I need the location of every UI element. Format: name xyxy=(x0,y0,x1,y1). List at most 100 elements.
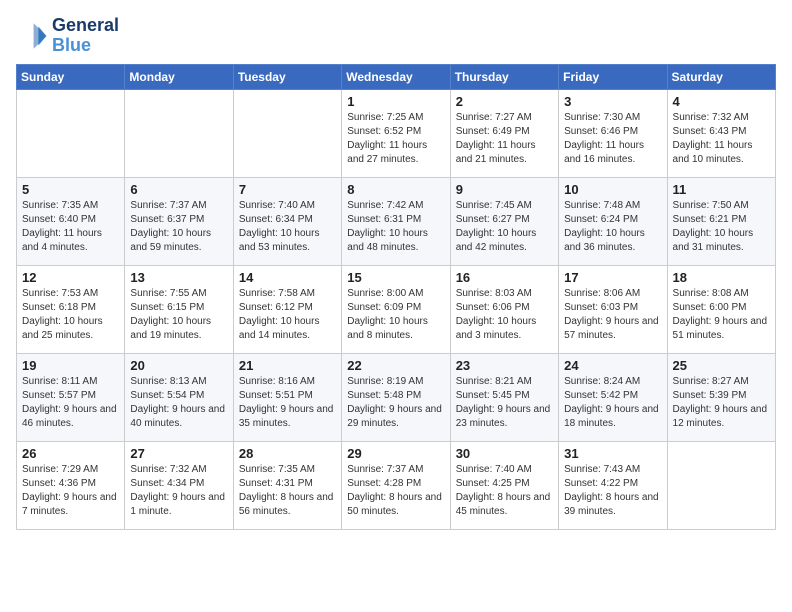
day-info: Sunrise: 8:11 AM Sunset: 5:57 PM Dayligh… xyxy=(22,375,119,431)
calendar-cell: 5 Sunrise: 7:35 AM Sunset: 6:40 PM Daylig… xyxy=(17,177,125,265)
weekday-header-monday: Monday xyxy=(125,64,233,89)
calendar-cell: 8 Sunrise: 7:42 AM Sunset: 6:31 PM Daylig… xyxy=(342,177,450,265)
page-header: General Blue xyxy=(16,16,776,56)
day-number: 5 xyxy=(22,182,119,197)
day-number: 7 xyxy=(239,182,336,197)
weekday-header-thursday: Thursday xyxy=(450,64,558,89)
weekday-header-tuesday: Tuesday xyxy=(233,64,341,89)
calendar-cell: 19 Sunrise: 8:11 AM Sunset: 5:57 PM Dayli… xyxy=(17,353,125,441)
day-info: Sunrise: 7:35 AM Sunset: 4:31 PM Dayligh… xyxy=(239,463,336,519)
calendar-cell: 10 Sunrise: 7:48 AM Sunset: 6:24 PM Dayli… xyxy=(559,177,667,265)
weekday-header-saturday: Saturday xyxy=(667,64,775,89)
day-number: 8 xyxy=(347,182,444,197)
calendar-cell xyxy=(17,89,125,177)
day-number: 11 xyxy=(673,182,770,197)
day-info: Sunrise: 8:21 AM Sunset: 5:45 PM Dayligh… xyxy=(456,375,553,431)
day-info: Sunrise: 7:58 AM Sunset: 6:12 PM Dayligh… xyxy=(239,287,336,343)
calendar-cell: 21 Sunrise: 8:16 AM Sunset: 5:51 PM Dayli… xyxy=(233,353,341,441)
calendar-cell: 26 Sunrise: 7:29 AM Sunset: 4:36 PM Dayli… xyxy=(17,441,125,529)
day-number: 18 xyxy=(673,270,770,285)
day-info: Sunrise: 7:37 AM Sunset: 6:37 PM Dayligh… xyxy=(130,199,227,255)
day-info: Sunrise: 7:40 AM Sunset: 6:34 PM Dayligh… xyxy=(239,199,336,255)
day-info: Sunrise: 8:27 AM Sunset: 5:39 PM Dayligh… xyxy=(673,375,770,431)
day-info: Sunrise: 7:32 AM Sunset: 4:34 PM Dayligh… xyxy=(130,463,227,519)
calendar-table: SundayMondayTuesdayWednesdayThursdayFrid… xyxy=(16,64,776,530)
day-number: 16 xyxy=(456,270,553,285)
day-info: Sunrise: 7:53 AM Sunset: 6:18 PM Dayligh… xyxy=(22,287,119,343)
day-number: 22 xyxy=(347,358,444,373)
day-number: 15 xyxy=(347,270,444,285)
calendar-cell: 2 Sunrise: 7:27 AM Sunset: 6:49 PM Daylig… xyxy=(450,89,558,177)
day-number: 24 xyxy=(564,358,661,373)
calendar-cell: 1Sunrise: 7:25 AM Sunset: 6:52 PM Daylig… xyxy=(342,89,450,177)
day-info: Sunrise: 7:37 AM Sunset: 4:28 PM Dayligh… xyxy=(347,463,444,519)
calendar-cell: 15 Sunrise: 8:00 AM Sunset: 6:09 PM Dayli… xyxy=(342,265,450,353)
calendar-cell: 28 Sunrise: 7:35 AM Sunset: 4:31 PM Dayli… xyxy=(233,441,341,529)
day-info: Sunrise: 7:45 AM Sunset: 6:27 PM Dayligh… xyxy=(456,199,553,255)
logo: General Blue xyxy=(16,16,119,56)
calendar-cell: 30Sunrise: 7:40 AM Sunset: 4:25 PM Dayli… xyxy=(450,441,558,529)
day-info: Sunrise: 7:35 AM Sunset: 6:40 PM Dayligh… xyxy=(22,199,119,255)
day-number: 2 xyxy=(456,94,553,109)
day-info: Sunrise: 8:13 AM Sunset: 5:54 PM Dayligh… xyxy=(130,375,227,431)
day-number: 10 xyxy=(564,182,661,197)
day-number: 6 xyxy=(130,182,227,197)
calendar-cell xyxy=(667,441,775,529)
calendar-cell: 13 Sunrise: 7:55 AM Sunset: 6:15 PM Dayli… xyxy=(125,265,233,353)
calendar-cell: 12 Sunrise: 7:53 AM Sunset: 6:18 PM Dayli… xyxy=(17,265,125,353)
day-number: 21 xyxy=(239,358,336,373)
calendar-cell: 25 Sunrise: 8:27 AM Sunset: 5:39 PM Dayli… xyxy=(667,353,775,441)
calendar-cell: 23Sunrise: 8:21 AM Sunset: 5:45 PM Dayli… xyxy=(450,353,558,441)
day-info: Sunrise: 8:16 AM Sunset: 5:51 PM Dayligh… xyxy=(239,375,336,431)
day-number: 13 xyxy=(130,270,227,285)
calendar-cell: 9 Sunrise: 7:45 AM Sunset: 6:27 PM Daylig… xyxy=(450,177,558,265)
day-number: 9 xyxy=(456,182,553,197)
calendar-cell: 20 Sunrise: 8:13 AM Sunset: 5:54 PM Dayli… xyxy=(125,353,233,441)
day-number: 20 xyxy=(130,358,227,373)
day-number: 26 xyxy=(22,446,119,461)
day-number: 14 xyxy=(239,270,336,285)
day-info: Sunrise: 7:25 AM Sunset: 6:52 PM Dayligh… xyxy=(347,111,444,167)
day-number: 29 xyxy=(347,446,444,461)
day-info: Sunrise: 7:30 AM Sunset: 6:46 PM Dayligh… xyxy=(564,111,661,167)
day-info: Sunrise: 8:08 AM Sunset: 6:00 PM Dayligh… xyxy=(673,287,770,343)
calendar-cell xyxy=(233,89,341,177)
calendar-cell: 4Sunrise: 7:32 AM Sunset: 6:43 PM Daylig… xyxy=(667,89,775,177)
logo-text: General Blue xyxy=(52,16,119,56)
day-info: Sunrise: 7:55 AM Sunset: 6:15 PM Dayligh… xyxy=(130,287,227,343)
weekday-header-friday: Friday xyxy=(559,64,667,89)
calendar-cell: 27 Sunrise: 7:32 AM Sunset: 4:34 PM Dayli… xyxy=(125,441,233,529)
calendar-cell: 22 Sunrise: 8:19 AM Sunset: 5:48 PM Dayli… xyxy=(342,353,450,441)
calendar-cell xyxy=(125,89,233,177)
day-number: 28 xyxy=(239,446,336,461)
day-info: Sunrise: 7:42 AM Sunset: 6:31 PM Dayligh… xyxy=(347,199,444,255)
day-info: Sunrise: 8:03 AM Sunset: 6:06 PM Dayligh… xyxy=(456,287,553,343)
calendar-cell: 31 Sunrise: 7:43 AM Sunset: 4:22 PM Dayli… xyxy=(559,441,667,529)
day-info: Sunrise: 7:50 AM Sunset: 6:21 PM Dayligh… xyxy=(673,199,770,255)
day-info: Sunrise: 7:43 AM Sunset: 4:22 PM Dayligh… xyxy=(564,463,661,519)
calendar-cell: 14 Sunrise: 7:58 AM Sunset: 6:12 PM Dayli… xyxy=(233,265,341,353)
calendar-cell: 11 Sunrise: 7:50 AM Sunset: 6:21 PM Dayli… xyxy=(667,177,775,265)
day-number: 12 xyxy=(22,270,119,285)
day-number: 25 xyxy=(673,358,770,373)
day-number: 27 xyxy=(130,446,227,461)
calendar-cell: 24 Sunrise: 8:24 AM Sunset: 5:42 PM Dayli… xyxy=(559,353,667,441)
weekday-header-wednesday: Wednesday xyxy=(342,64,450,89)
day-info: Sunrise: 8:19 AM Sunset: 5:48 PM Dayligh… xyxy=(347,375,444,431)
day-info: Sunrise: 8:00 AM Sunset: 6:09 PM Dayligh… xyxy=(347,287,444,343)
calendar-cell: 18 Sunrise: 8:08 AM Sunset: 6:00 PM Dayli… xyxy=(667,265,775,353)
logo-icon xyxy=(16,20,48,52)
day-info: Sunrise: 8:06 AM Sunset: 6:03 PM Dayligh… xyxy=(564,287,661,343)
calendar-cell: 17Sunrise: 8:06 AM Sunset: 6:03 PM Dayli… xyxy=(559,265,667,353)
calendar-cell: 16 Sunrise: 8:03 AM Sunset: 6:06 PM Dayli… xyxy=(450,265,558,353)
calendar-cell: 3 Sunrise: 7:30 AM Sunset: 6:46 PM Daylig… xyxy=(559,89,667,177)
day-number: 19 xyxy=(22,358,119,373)
day-info: Sunrise: 7:27 AM Sunset: 6:49 PM Dayligh… xyxy=(456,111,553,167)
day-number: 31 xyxy=(564,446,661,461)
day-info: Sunrise: 7:29 AM Sunset: 4:36 PM Dayligh… xyxy=(22,463,119,519)
day-info: Sunrise: 8:24 AM Sunset: 5:42 PM Dayligh… xyxy=(564,375,661,431)
day-info: Sunrise: 7:32 AM Sunset: 6:43 PM Dayligh… xyxy=(673,111,770,167)
day-info: Sunrise: 7:48 AM Sunset: 6:24 PM Dayligh… xyxy=(564,199,661,255)
calendar-cell: 7 Sunrise: 7:40 AM Sunset: 6:34 PM Daylig… xyxy=(233,177,341,265)
day-number: 3 xyxy=(564,94,661,109)
